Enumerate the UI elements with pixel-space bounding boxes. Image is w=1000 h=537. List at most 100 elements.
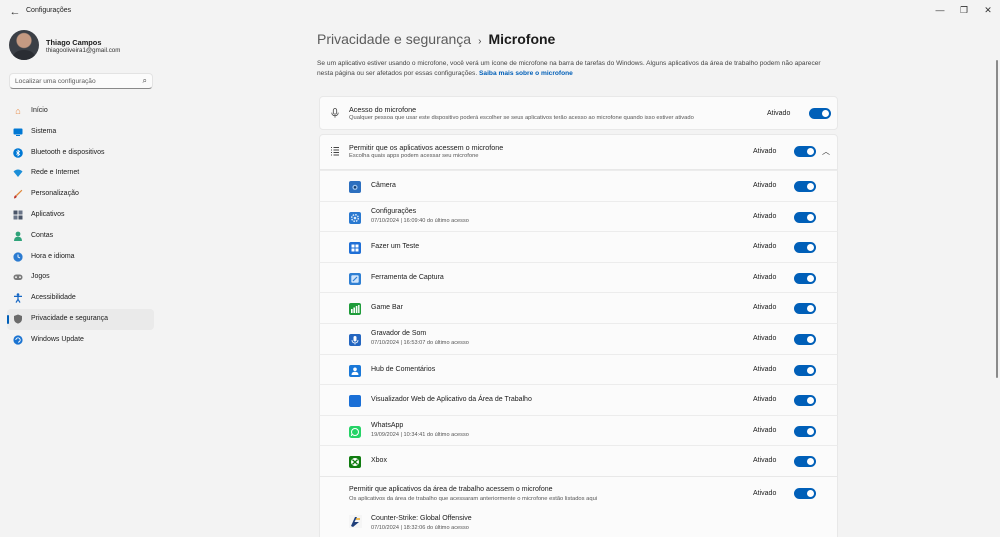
close-button[interactable]: ✕ — [978, 3, 998, 17]
app-name: Gravador de Som — [371, 330, 427, 337]
camera-app-icon — [349, 180, 361, 193]
minimize-button[interactable]: — — [930, 3, 950, 17]
sidebar-item-personalizacao[interactable]: Personalização — [7, 184, 154, 205]
sidebar-item-label: Windows Update — [31, 335, 84, 343]
sidebar-nav: ⌂ Início Sistema Bluetooth e dispositivo… — [7, 101, 154, 351]
desktop-apps-section: Permitir que aplicativos da área de trab… — [319, 476, 838, 537]
whatsapp-app-icon — [349, 425, 361, 438]
sidebar-item-acessibilidade[interactable]: Acessibilidade — [7, 288, 154, 309]
search-icon[interactable]: ⌕ — [143, 76, 147, 86]
app-row-camera: Câmera Ativado — [319, 170, 838, 201]
search-input[interactable] — [15, 76, 135, 86]
apps-icon — [13, 210, 23, 220]
apps-access-subtitle: Escolha quais apps podem acessar seu mic… — [349, 153, 479, 159]
sidebar-item-bluetooth[interactable]: Bluetooth e dispositivos — [7, 143, 154, 164]
app-toggle-xbox[interactable] — [794, 456, 816, 468]
search-box[interactable]: ⌕ — [9, 73, 153, 89]
page-description: Se um aplicativo estiver usando o microf… — [317, 59, 837, 79]
desktop-apps-toggle[interactable] — [794, 488, 816, 499]
app-toggle-fazer-um-teste[interactable] — [794, 242, 816, 254]
game-bar-app-icon — [349, 302, 361, 316]
accessibility-icon — [13, 293, 23, 304]
toggle-state-label: Ativado — [753, 335, 777, 342]
toggle-state-label: Ativado — [753, 426, 777, 434]
app-toggle-game-bar[interactable] — [794, 303, 816, 315]
globe-clock-icon — [13, 251, 23, 262]
chevron-up-icon[interactable]: ︿ — [822, 146, 830, 157]
sidebar-item-rede[interactable]: Rede e Internet — [7, 163, 154, 184]
app-toggle-visualizador-web[interactable] — [794, 395, 816, 407]
app-toggle-camera[interactable] — [794, 181, 816, 192]
microphone-access-subtitle: Qualquer pessoa que usar este dispositiv… — [349, 115, 694, 121]
microphone-access-toggle[interactable] — [809, 108, 831, 119]
app-name: Xbox — [371, 457, 387, 465]
breadcrumb: Privacidade e segurança › Microfone — [317, 31, 555, 47]
toggle-state-label: Ativado — [753, 243, 777, 251]
scrollbar[interactable] — [996, 60, 998, 378]
toggle-state-label: Ativado — [753, 304, 777, 312]
brush-icon — [13, 189, 23, 199]
sidebar-item-label: Rede e Internet — [31, 169, 80, 177]
app-row-visualizador-web: Visualizador Web de Aplicativo da Área d… — [319, 384, 838, 415]
app-name: Fazer um Teste — [371, 243, 420, 251]
gamepad-icon — [13, 272, 23, 282]
sidebar-item-label: Início — [31, 107, 48, 114]
avatar[interactable] — [9, 30, 39, 60]
title-bar: ← Configurações — ❐ ✕ — [0, 0, 1000, 24]
maximize-button[interactable]: ❐ — [954, 3, 974, 17]
sidebar-item-label: Aplicativos — [31, 210, 65, 218]
xbox-app-icon — [349, 455, 361, 469]
take-a-test-app-icon — [349, 241, 361, 255]
desktop-apps-title: Permitir que aplicativos da área de trab… — [349, 486, 553, 493]
monitor-icon — [13, 127, 23, 137]
app-toggle-ferramenta-de-captura[interactable] — [794, 272, 816, 284]
apps-access-toggle[interactable] — [794, 146, 816, 157]
sidebar-item-label: Contas — [31, 231, 54, 239]
wifi-icon — [13, 168, 23, 178]
sidebar-item-label: Jogos — [31, 273, 50, 281]
sidebar-item-aplicativos[interactable]: Aplicativos — [7, 205, 154, 226]
app-name: Câmera — [371, 182, 396, 189]
app-name: Game Bar — [371, 304, 403, 312]
web-viewer-app-icon — [349, 394, 361, 408]
learn-more-link[interactable]: Saiba mais sobre o microfone — [479, 70, 573, 77]
sidebar-item-label: Bluetooth e dispositivos — [31, 148, 105, 156]
app-toggle-configuracoes[interactable] — [794, 211, 816, 223]
app-row-whatsapp: WhatsApp 19/09/2024 | 10:34:41 do último… — [319, 414, 838, 446]
app-name: Hub de Comentários — [371, 365, 436, 373]
app-toggle-hub-de-comentarios[interactable] — [794, 364, 816, 376]
sidebar-item-hora-idioma[interactable]: Hora e idioma — [7, 247, 154, 268]
app-name: Visualizador Web de Aplicativo da Área d… — [371, 396, 532, 404]
sidebar-item-privacidade[interactable]: Privacidade e segurança — [7, 308, 154, 330]
last-access-text: 07/10/2024 | 16:53:07 do último acesso — [371, 340, 469, 346]
last-access-text: 07/10/2024 | 18:32:06 do último acesso — [371, 525, 469, 531]
app-name: Ferramenta de Captura — [371, 273, 444, 281]
back-arrow-icon[interactable]: ← — [8, 5, 22, 19]
shield-icon — [13, 314, 23, 324]
app-row-fazer-um-teste: Fazer um Teste Ativado — [319, 231, 838, 262]
list-icon — [330, 146, 340, 156]
apps-access-expander[interactable]: Permitir que os aplicativos acessem o mi… — [319, 134, 838, 170]
app-name: WhatsApp — [371, 421, 404, 429]
sidebar-item-jogos[interactable]: Jogos — [7, 267, 154, 288]
microphone-icon — [330, 108, 340, 118]
sidebar-item-label: Privacidade e segurança — [31, 314, 109, 322]
sidebar-item-windows-update[interactable]: Windows Update — [7, 330, 154, 351]
toggle-state-label: Ativado — [753, 212, 777, 220]
app-toggle-whatsapp[interactable] — [794, 425, 816, 437]
breadcrumb-parent[interactable]: Privacidade e segurança — [317, 31, 471, 47]
toggle-state-label: Ativado — [753, 365, 777, 373]
app-row-xbox: Xbox Ativado — [319, 445, 838, 476]
sidebar-item-inicio[interactable]: ⌂ Início — [7, 101, 154, 122]
last-access-text: 19/09/2024 | 10:34:41 do último acesso — [371, 431, 469, 438]
feedback-hub-app-icon — [349, 364, 361, 377]
app-row-configuracoes: Configurações 07/10/2024 | 16:09:40 do ú… — [319, 200, 838, 232]
sidebar-item-contas[interactable]: Contas — [7, 226, 154, 247]
sidebar-item-label: Hora e idioma — [31, 252, 75, 260]
settings-app-icon — [349, 211, 361, 224]
window-title: Configurações — [26, 7, 72, 14]
microphone-access-card: Acesso do microfone Qualquer pessoa que … — [319, 96, 838, 130]
app-toggle-gravador-de-som[interactable] — [794, 334, 816, 345]
sidebar-item-sistema[interactable]: Sistema — [7, 122, 154, 143]
microphone-access-title: Acesso do microfone — [349, 105, 417, 114]
